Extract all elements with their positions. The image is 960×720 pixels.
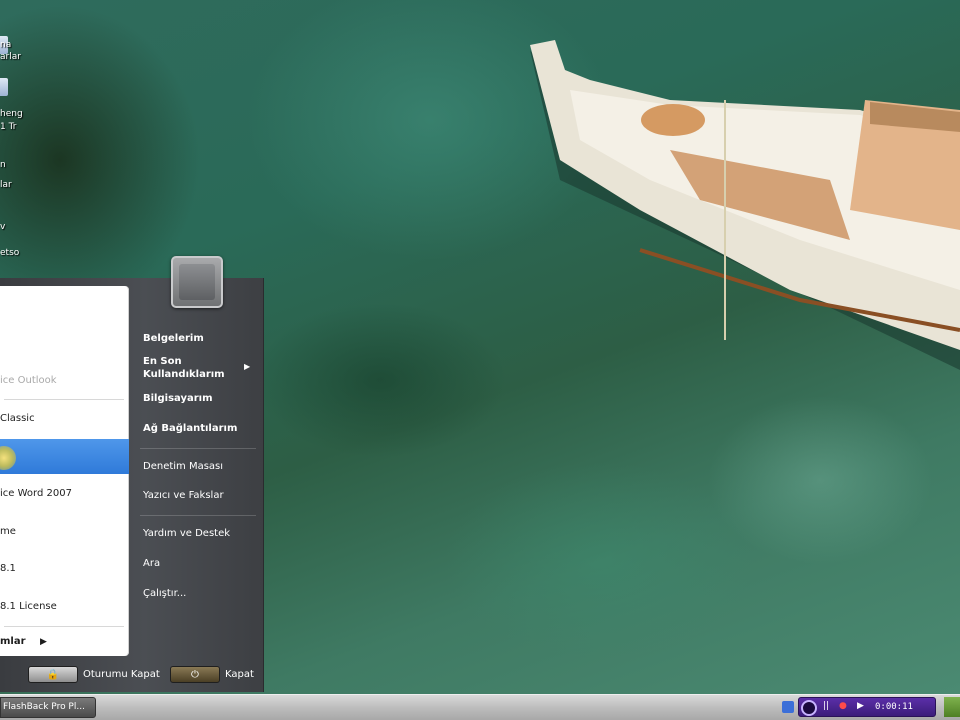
taskbar-app-button[interactable]: FlashBack Pro Pl... xyxy=(0,697,96,718)
menu-separator xyxy=(140,448,256,449)
chevron-right-icon: ▶ xyxy=(244,362,251,371)
logoff-button[interactable]: 🔒 xyxy=(28,666,78,683)
program-item-license[interactable]: 8.1 License xyxy=(0,590,129,624)
program-item[interactable] xyxy=(0,326,129,360)
menu-separator xyxy=(4,626,124,627)
menu-item-search[interactable]: Ara xyxy=(143,558,160,569)
all-programs-label: mlar xyxy=(0,636,26,647)
desktop-icon-label[interactable]: heng xyxy=(0,109,23,119)
taskbar-app-label: FlashBack Pro Pl... xyxy=(3,702,85,712)
record-icon[interactable]: ● xyxy=(839,701,847,711)
power-icon: ⏻ xyxy=(191,669,199,680)
menu-item-help[interactable]: Yardım ve Destek xyxy=(143,528,230,539)
recorder-logo-icon xyxy=(801,700,817,716)
recorder-widget: || ● ▶ 0:00:11 xyxy=(798,697,936,717)
menu-item-network[interactable]: Ağ Bağlantılarım xyxy=(143,423,237,434)
recorder-time: 0:00:11 xyxy=(875,702,913,712)
menu-item-run[interactable]: Çalıştır... xyxy=(143,588,186,599)
boat-image xyxy=(530,40,960,370)
menu-item-my-computer[interactable]: Bilgisayarım xyxy=(143,393,213,404)
desktop-icon-label[interactable]: etso xyxy=(0,248,19,258)
pause-icon[interactable]: || xyxy=(823,701,829,711)
play-icon[interactable]: ▶ xyxy=(857,701,864,711)
all-programs-button[interactable]: mlar ▶ xyxy=(0,630,129,654)
desktop-icon-label[interactable]: na xyxy=(0,40,11,50)
program-item[interactable]: me xyxy=(0,515,129,549)
user-avatar[interactable] xyxy=(171,256,223,308)
menu-item-control-panel[interactable]: Denetim Masası xyxy=(143,461,223,472)
desktop-icon-label[interactable]: arlar xyxy=(0,52,21,62)
program-item-selected[interactable] xyxy=(0,439,129,474)
shutdown-button[interactable]: ⏻ xyxy=(170,666,220,683)
program-item[interactable] xyxy=(0,290,129,324)
desktop-icon[interactable] xyxy=(0,78,8,96)
shutdown-label[interactable]: Kapat xyxy=(225,669,254,680)
desktop-icon-label[interactable]: v xyxy=(0,222,5,232)
logoff-label[interactable]: Oturumu Kapat xyxy=(83,669,160,680)
show-desktop-button[interactable] xyxy=(944,697,960,717)
program-item-classic[interactable]: Classic xyxy=(0,402,129,436)
program-item[interactable]: 8.1 xyxy=(0,552,129,586)
menu-item-my-documents[interactable]: Belgelerim xyxy=(143,333,204,344)
desktop-icon-label[interactable]: 1 Tr xyxy=(0,122,16,132)
desktop-icon-label[interactable]: n xyxy=(0,160,6,170)
program-item-word[interactable]: ice Word 2007 xyxy=(0,477,129,511)
menu-separator xyxy=(4,399,124,400)
menu-item-printers[interactable]: Yazıcı ve Fakslar xyxy=(143,490,224,501)
desktop-icon-label[interactable]: lar xyxy=(0,180,12,190)
menu-item-recent-line2[interactable]: Kullandıklarım xyxy=(143,369,225,380)
menu-item-recent[interactable]: En Son xyxy=(143,356,182,367)
program-item-outlook[interactable]: ice Outlook xyxy=(0,364,129,398)
chevron-right-icon: ▶ xyxy=(40,637,47,647)
menu-separator xyxy=(140,515,256,516)
network-icon[interactable] xyxy=(782,701,794,713)
lock-icon: 🔒 xyxy=(46,669,60,680)
